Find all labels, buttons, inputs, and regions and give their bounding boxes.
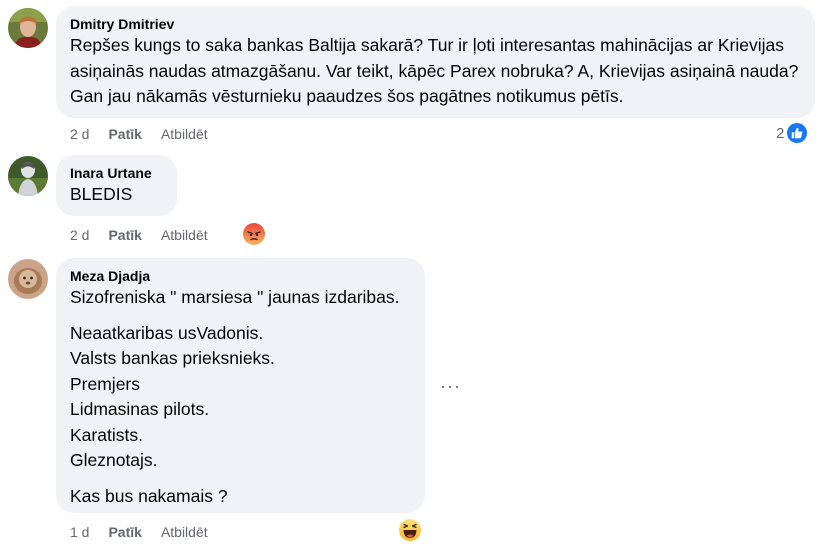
comment-text: Repšes kungs to saka bankas Baltija saka… xyxy=(70,35,799,106)
like-button[interactable]: Patīk xyxy=(108,126,141,142)
comment-bubble: Dmitry Dmitriev Repšes kungs to saka ban… xyxy=(56,6,815,118)
comment-text: BLEDIS xyxy=(70,184,133,204)
like-icon xyxy=(787,123,808,143)
comment-text-paragraph: Sizofreniska " marsiesa " jaunas izdarib… xyxy=(70,287,400,307)
more-options-button[interactable]: ··· xyxy=(440,377,461,395)
laughing-emoji-icon[interactable] xyxy=(399,519,421,541)
comment-text-paragraph: Kas bus nakamais ? xyxy=(70,485,228,506)
comment-timestamp[interactable]: 1 d xyxy=(70,524,89,540)
comment-text-paragraph: Neaatkaribas usVadonis. Valsts bankas pr… xyxy=(70,322,275,471)
avatar[interactable] xyxy=(8,8,48,48)
reply-button[interactable]: Atbildēt xyxy=(161,227,208,243)
avatar[interactable] xyxy=(8,156,48,196)
comment-timestamp[interactable]: 2 d xyxy=(70,126,89,142)
comment-author[interactable]: Meza Djadja xyxy=(70,267,411,285)
reply-button[interactable]: Atbildēt xyxy=(161,524,208,540)
like-button[interactable]: Patīk xyxy=(108,227,141,243)
comment-author[interactable]: Inara Urtane xyxy=(70,164,163,182)
comment-actions: 1 d Patīk Atbildēt xyxy=(70,522,227,542)
comment-bubble: Inara Urtane BLEDIS xyxy=(56,155,177,216)
like-button[interactable]: Patīk xyxy=(108,524,141,540)
reaction-count: 2 xyxy=(776,124,785,142)
comment-actions: 2 d Patīk Atbildēt xyxy=(70,225,227,245)
reply-button[interactable]: Atbildēt xyxy=(161,126,208,142)
comment-actions: 2 d Patīk Atbildēt xyxy=(70,124,227,144)
comment-author[interactable]: Dmitry Dmitriev xyxy=(70,15,801,33)
comment-timestamp[interactable]: 2 d xyxy=(70,227,89,243)
avatar[interactable] xyxy=(8,259,48,299)
reaction-summary[interactable]: 2 xyxy=(776,123,808,143)
angry-emoji-icon[interactable] xyxy=(243,223,265,245)
comment-bubble: Meza Djadja Sizofreniska " marsiesa " ja… xyxy=(56,258,425,513)
